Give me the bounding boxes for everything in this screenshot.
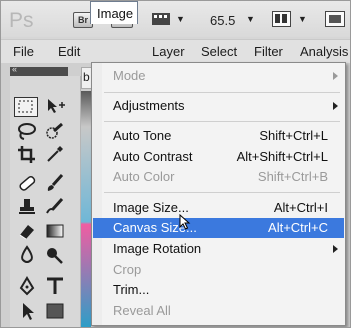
chevron-down-icon[interactable]: ▼ bbox=[246, 14, 255, 24]
rectangle-tool-icon[interactable] bbox=[44, 301, 66, 321]
menu-item-auto-color[interactable]: Auto Color Shift+Ctrl+B bbox=[93, 167, 344, 187]
menu-select[interactable]: Select bbox=[201, 44, 237, 59]
pen-tool-icon[interactable] bbox=[16, 276, 38, 296]
menu-item-adjustments[interactable]: Adjustments bbox=[93, 96, 344, 116]
chevron-down-icon[interactable]: ▼ bbox=[176, 14, 185, 24]
menu-item-shortcut: Alt+Shift+Ctrl+L bbox=[236, 149, 328, 164]
menu-item-label: Auto Contrast bbox=[113, 149, 193, 164]
image-menu-dropdown: Mode Adjustments Auto Tone Shift+Ctrl+L … bbox=[91, 62, 346, 326]
blur-tool-icon[interactable] bbox=[16, 245, 38, 265]
submenu-arrow-icon bbox=[333, 245, 338, 253]
path-selection-tool-icon[interactable] bbox=[16, 301, 38, 321]
menu-item-label: Trim... bbox=[113, 282, 150, 297]
menu-item-image-rotation[interactable]: Image Rotation bbox=[93, 239, 344, 259]
mouse-cursor-icon bbox=[179, 213, 191, 235]
lasso-tool-icon[interactable] bbox=[16, 121, 38, 141]
gradient-tool-icon[interactable] bbox=[44, 221, 66, 241]
zoom-level[interactable]: 65.5 bbox=[210, 13, 235, 28]
menu-item-label: Auto Color bbox=[113, 169, 175, 184]
menu-item-shortcut: Alt+Ctrl+I bbox=[273, 200, 328, 215]
document-canvas[interactable] bbox=[81, 91, 91, 327]
rectangular-marquee-tool-icon[interactable] bbox=[14, 97, 38, 117]
menu-item-label: Adjustments bbox=[113, 98, 185, 113]
menu-bar: File Edit Layer Select Filter Analysis bbox=[1, 39, 350, 64]
dodge-tool-icon[interactable] bbox=[44, 245, 66, 265]
application-bar: Ps Br Mb ▼ 65.5 ▼ ▼ bbox=[1, 1, 350, 37]
document-tab-label: b bbox=[83, 70, 90, 84]
menu-layer[interactable]: Layer bbox=[152, 44, 185, 59]
photoshop-window: Ps Br Mb ▼ 65.5 ▼ ▼ File Edit Layer Sele… bbox=[0, 0, 351, 328]
menu-item-shortcut: Shift+Ctrl+B bbox=[257, 169, 328, 184]
menu-separator bbox=[104, 92, 340, 93]
brush-tool-icon[interactable] bbox=[44, 173, 66, 193]
menu-item-canvas-size[interactable]: Canvas Size... Alt+Ctrl+C bbox=[93, 218, 344, 238]
menu-image[interactable]: Image bbox=[90, 1, 138, 24]
menu-item-label: Auto Tone bbox=[113, 128, 172, 143]
clone-stamp-tool-icon[interactable] bbox=[16, 197, 38, 217]
menu-item-auto-tone[interactable]: Auto Tone Shift+Ctrl+L bbox=[93, 126, 344, 146]
view-extras-icon[interactable] bbox=[151, 11, 173, 32]
menu-item-shortcut: Alt+Ctrl+C bbox=[268, 220, 328, 235]
menu-item-shortcut: Shift+Ctrl+L bbox=[259, 128, 328, 143]
menu-item-label: Mode bbox=[113, 68, 146, 83]
menu-file[interactable]: File bbox=[13, 44, 34, 59]
quick-selection-tool-icon[interactable] bbox=[44, 121, 66, 141]
menu-item-mode[interactable]: Mode bbox=[93, 66, 344, 86]
menu-image-label: Image bbox=[97, 6, 134, 21]
menu-item-label: Image Rotation bbox=[113, 241, 202, 256]
eraser-tool-icon[interactable] bbox=[16, 221, 38, 241]
menu-item-reveal-all[interactable]: Reveal All bbox=[93, 301, 344, 321]
tools-panel-header[interactable]: « bbox=[10, 64, 68, 76]
menu-item-auto-contrast[interactable]: Auto Contrast Alt+Shift+Ctrl+L bbox=[93, 147, 344, 167]
menu-separator bbox=[104, 121, 340, 122]
menu-separator bbox=[104, 192, 340, 193]
history-brush-tool-icon[interactable] bbox=[44, 197, 66, 217]
menu-filter[interactable]: Filter bbox=[254, 44, 283, 59]
menu-item-label: Image Size... bbox=[113, 200, 189, 215]
spot-healing-brush-tool-icon[interactable] bbox=[16, 173, 38, 193]
menu-item-label: Crop bbox=[113, 262, 142, 277]
collapse-icon[interactable]: « bbox=[12, 64, 17, 74]
menu-analysis[interactable]: Analysis bbox=[300, 44, 348, 59]
eyedropper-tool-icon[interactable] bbox=[44, 144, 66, 164]
move-tool-icon[interactable] bbox=[44, 97, 66, 117]
chevron-down-icon[interactable]: ▼ bbox=[298, 14, 307, 24]
type-tool-icon[interactable] bbox=[44, 276, 66, 296]
menu-item-crop[interactable]: Crop bbox=[93, 260, 344, 280]
menu-item-image-size[interactable]: Image Size... Alt+Ctrl+I bbox=[93, 198, 344, 218]
menu-edit[interactable]: Edit bbox=[58, 44, 80, 59]
photoshop-logo: Ps bbox=[9, 9, 34, 32]
menu-item-label: Reveal All bbox=[113, 303, 171, 318]
crop-tool-icon[interactable] bbox=[16, 144, 38, 164]
arrange-documents-icon[interactable] bbox=[272, 11, 291, 27]
screen-mode-icon[interactable] bbox=[325, 11, 345, 27]
submenu-arrow-icon bbox=[333, 72, 338, 80]
submenu-arrow-icon bbox=[333, 102, 338, 110]
menu-item-trim[interactable]: Trim... bbox=[93, 280, 344, 300]
